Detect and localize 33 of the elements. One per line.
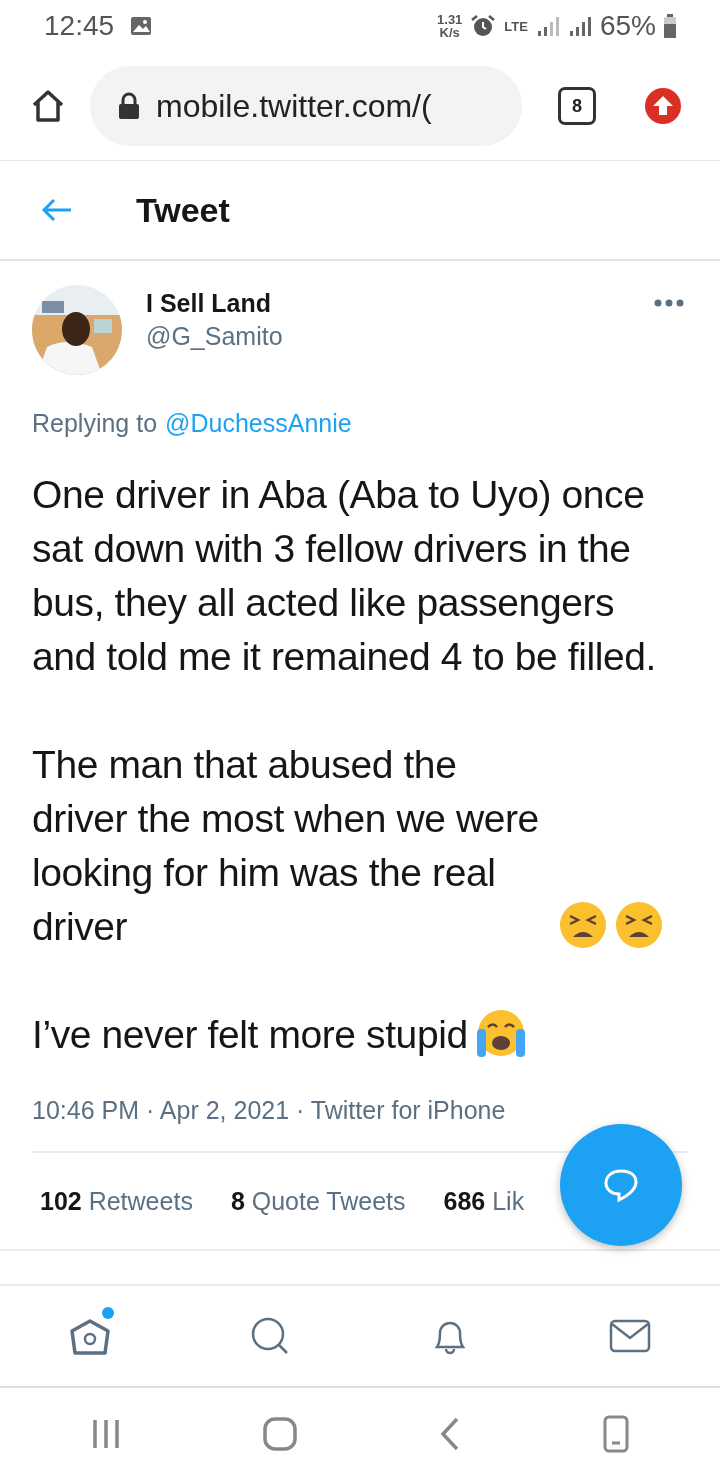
image-icon — [130, 16, 153, 36]
back-icon[interactable] — [439, 1417, 461, 1451]
back-arrow-icon[interactable] — [40, 196, 74, 224]
battery-level: 65% — [599, 10, 656, 42]
signal-icon — [535, 15, 560, 37]
tired-face-emoji-icon — [614, 900, 664, 950]
clock-time: 12:45 — [44, 10, 115, 42]
home-icon[interactable] — [30, 88, 66, 124]
upload-icon[interactable] — [644, 87, 682, 125]
stat-link[interactable]: 686 Lik — [443, 1186, 525, 1216]
page-title: Tweet — [136, 190, 230, 230]
tweet-text: I’ve never felt more stupid — [32, 1012, 468, 1058]
tired-face-emoji-icon — [558, 900, 608, 950]
user-handle[interactable]: @G_Samito — [146, 322, 630, 351]
signal-icon — [567, 15, 592, 37]
recent-apps-icon[interactable] — [91, 1418, 121, 1450]
user-name[interactable]: I Sell Land — [146, 289, 630, 318]
tab-count-button[interactable]: 8 — [558, 87, 596, 125]
phone-icon[interactable] — [603, 1415, 629, 1453]
battery-icon — [664, 14, 676, 38]
stat-link[interactable]: 102 Retweets — [40, 1186, 193, 1216]
reply-button[interactable] — [560, 1124, 682, 1246]
alarm-icon — [470, 13, 497, 39]
stat-link[interactable]: 8 Quote Tweets — [230, 1186, 406, 1216]
lock-icon — [118, 92, 140, 120]
replying-label: Replying to — [32, 409, 158, 438]
address-bar[interactable]: mobile.twitter.com/( — [90, 66, 522, 146]
more-options-icon[interactable] — [654, 299, 684, 307]
tweet-text: One driver in Aba (Aba to Uyo) once sat down with 3 fellow drivers in the bus, they all acted like passengers and told me it remained 4 to be filled. — [32, 472, 657, 680]
network-speed: 1.31 K/s — [437, 13, 463, 39]
network-type: LTE — [504, 18, 528, 34]
tweet-text: The man that abused the driver the most when we were looking for him was the real driver — [32, 742, 540, 950]
home-button-icon[interactable] — [263, 1417, 297, 1451]
